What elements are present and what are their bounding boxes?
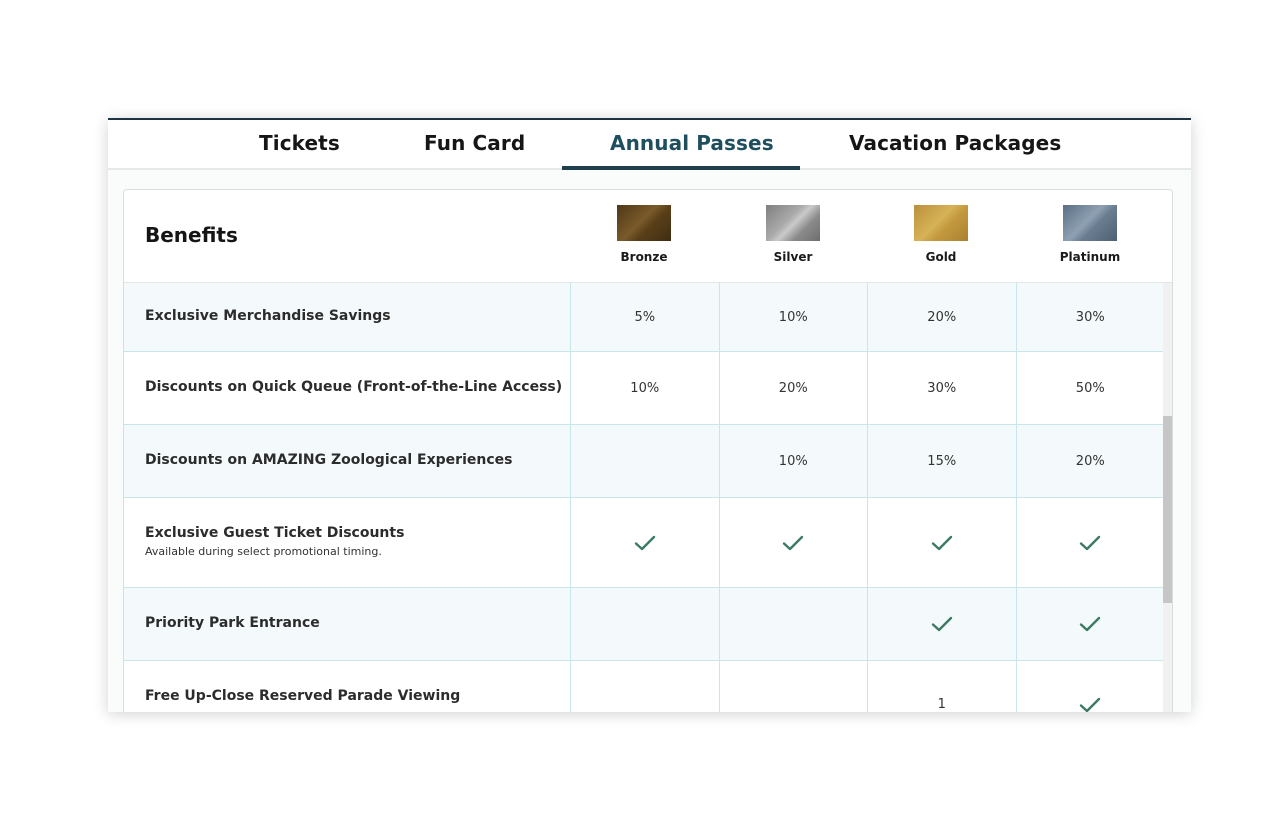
benefits-table: Benefits Bronze Silver Gold Platinum Exc… [123,189,1173,712]
checkmark-icon [1080,616,1101,632]
checkmark-icon [1080,535,1101,550]
tab-tickets[interactable]: Tickets [259,131,340,155]
tier-name: Gold [925,250,957,264]
checkmark-icon [1080,697,1101,712]
tier-value-bronze: 10% [570,352,719,424]
tab-fun-card[interactable]: Fun Card [424,131,525,155]
tier-gold: Gold [881,205,1001,264]
value-text: 20% [1075,453,1105,469]
value-text: 10% [778,309,808,325]
tier-name: Silver [773,250,813,264]
value-text: 15% [927,453,957,469]
benefit-label-cell: Discounts on AMAZING Zoological Experien… [124,425,570,497]
tier-bronze: Bronze [584,205,704,264]
benefit-label-cell: Exclusive Guest Ticket Discounts Availabl… [124,498,570,587]
benefit-label: Priority Park Entrance [145,615,320,631]
benefit-label-cell: Exclusive Merchandise Savings [124,283,570,351]
checkmark-icon [931,535,952,550]
platinum-swatch [1063,205,1117,241]
tier-value-bronze [570,588,719,660]
scrollbar-thumb[interactable] [1163,416,1172,603]
table-row: Exclusive Merchandise Savings 5% 10% 20% 30% [124,283,1164,352]
benefit-label: Discounts on AMAZING Zoological Experien… [145,452,513,468]
tier-value-gold: 1 [867,661,1016,712]
tier-value-gold: 15% [867,425,1016,497]
table-row: Free Up-Close Reserved Parade Viewing 1 [124,661,1164,712]
checkmark-icon [783,535,804,550]
benefit-label: Free Up-Close Reserved Parade Viewing [145,688,461,704]
tier-value-platinum [1015,661,1165,712]
table-row: Priority Park Entrance [124,588,1164,661]
value-text: 50% [1075,380,1105,396]
benefit-note: Available during select promotional timi… [145,545,382,558]
tier-value-platinum: 30% [1015,283,1165,351]
tier-name: Platinum [1059,250,1121,264]
tier-value-bronze [570,661,719,712]
silver-swatch [766,205,820,241]
value-text: 20% [778,380,808,396]
tier-value-bronze [570,498,719,587]
checkmark-icon [931,616,952,632]
benefit-label: Discounts on Quick Queue (Front-of-the-L… [145,379,563,395]
value-text: 1 [937,697,946,712]
value-text: 20% [927,309,957,325]
tier-name: Bronze [620,250,668,264]
tier-silver: Silver [733,205,853,264]
tab-annual-passes[interactable]: Annual Passes [610,131,774,155]
table-row: Discounts on AMAZING Zoological Experien… [124,425,1164,498]
active-tab-indicator [562,166,800,170]
tier-value-silver [718,588,868,660]
value-text: 5% [634,309,656,325]
table-row: Discounts on Quick Queue (Front-of-the-L… [124,352,1164,425]
tier-value-silver [718,498,868,587]
table-body: Exclusive Merchandise Savings 5% 10% 20% 30%… [124,283,1164,712]
bronze-swatch [617,205,671,241]
benefit-label-cell: Discounts on Quick Queue (Front-of-the-L… [124,352,570,424]
benefit-label: Exclusive Merchandise Savings [145,308,391,324]
benefit-label: Exclusive Guest Ticket Discounts [145,525,405,541]
tier-value-gold: 20% [867,283,1016,351]
value-text: 30% [1075,309,1105,325]
tier-value-bronze [570,425,719,497]
app-frame: Tickets Fun Card Annual Passes Vacation … [108,118,1191,712]
value-text: 10% [778,453,808,469]
table-header: Benefits Bronze Silver Gold Platinum [124,190,1172,283]
checkmark-icon [634,535,655,550]
tier-value-platinum: 20% [1015,425,1165,497]
tier-value-platinum: 50% [1015,352,1165,424]
tab-vacation-packages[interactable]: Vacation Packages [849,131,1061,155]
tier-value-gold: 30% [867,352,1016,424]
tab-bar: Tickets Fun Card Annual Passes Vacation … [108,120,1191,170]
tier-value-silver [718,661,868,712]
tier-value-platinum [1015,498,1165,587]
tier-value-gold [867,588,1016,660]
table-row: Exclusive Guest Ticket Discounts Availabl… [124,498,1164,588]
benefits-heading: Benefits [145,223,238,247]
value-text: 30% [927,380,957,396]
gold-swatch [914,205,968,241]
tier-value-silver: 10% [718,425,868,497]
benefit-label-cell: Free Up-Close Reserved Parade Viewing [124,661,570,712]
tier-value-bronze: 5% [570,283,719,351]
value-text: 10% [630,380,660,396]
tier-value-platinum [1015,588,1165,660]
tier-value-silver: 10% [718,283,868,351]
tier-value-gold [867,498,1016,587]
tier-platinum: Platinum [1030,205,1150,264]
tier-value-silver: 20% [718,352,868,424]
benefit-label-cell: Priority Park Entrance [124,588,570,660]
